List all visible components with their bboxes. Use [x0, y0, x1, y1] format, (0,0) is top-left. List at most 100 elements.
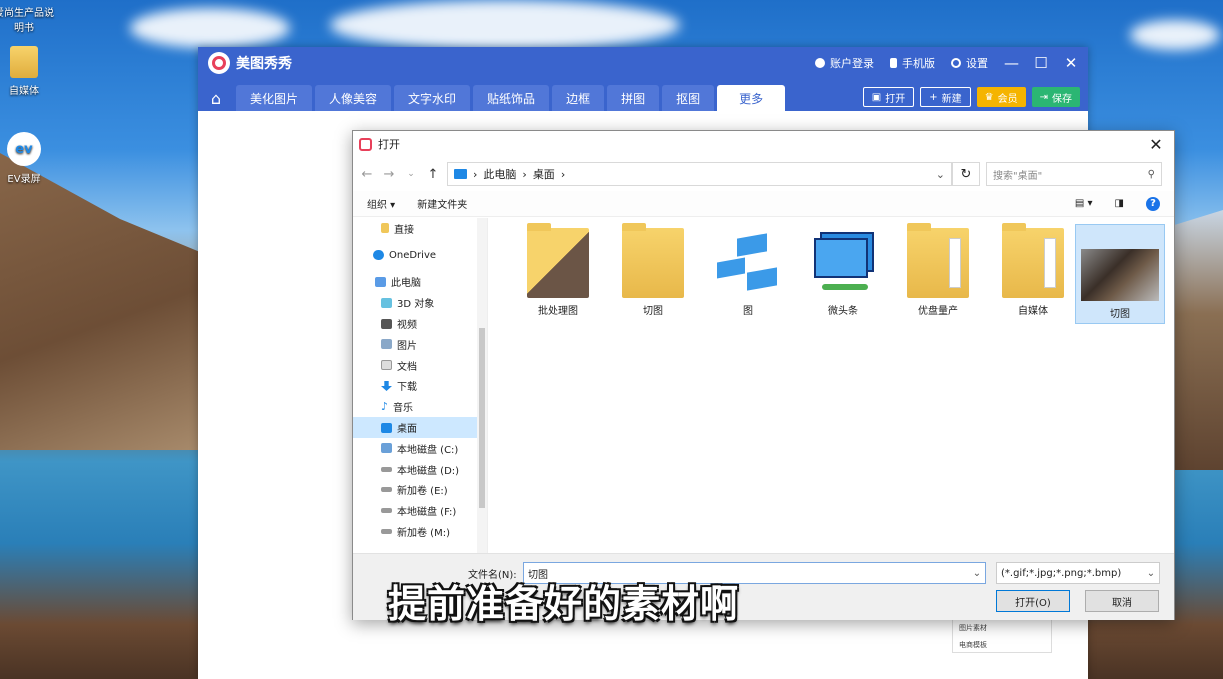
account-login[interactable]: 账户登录: [815, 55, 874, 71]
dialog-title: 打开: [378, 138, 400, 151]
home-icon[interactable]: ⌂: [202, 85, 230, 111]
tree-item[interactable]: 本地磁盘 (D:): [353, 459, 487, 480]
app-title-bar: 美图秀秀 账户登录 手机版 设置 — ☐ ✕: [198, 47, 1088, 79]
view-options-icon[interactable]: ▤ ▾: [1075, 198, 1093, 209]
scrollbar-thumb[interactable]: [479, 328, 485, 508]
tree-item-selected[interactable]: 桌面: [353, 417, 487, 438]
command-bar: 组织 ▾ 新建文件夹 ▤ ▾ ◨ ?: [353, 191, 1174, 217]
tree-item[interactable]: 本地磁盘 (F:): [353, 500, 487, 521]
video-icon: [381, 318, 392, 329]
desktop-icon-doc[interactable]: 爱尚生产品说明书: [0, 4, 54, 34]
tree-label: 下载: [397, 382, 417, 394]
tab-border[interactable]: 边框: [552, 85, 605, 111]
tree-scrollbar[interactable]: [477, 218, 487, 553]
ev-recorder-icon: ev: [7, 132, 41, 166]
chevron-down-icon[interactable]: ⌄: [969, 568, 985, 579]
app-name: 美图秀秀: [236, 56, 292, 72]
tab-cutout[interactable]: 抠图: [662, 85, 715, 111]
breadcrumb-desktop[interactable]: 桌面: [533, 166, 555, 182]
tree-label: 直接: [394, 224, 414, 236]
file-label: 切图: [643, 306, 663, 317]
phone-icon: [890, 58, 897, 68]
tree-item[interactable]: 视频: [353, 313, 487, 334]
tree-item[interactable]: 新加卷 (M:): [353, 521, 487, 542]
crown-icon: ♛: [984, 91, 994, 103]
new-folder-button[interactable]: 新建文件夹: [417, 196, 467, 211]
drive-icon: [381, 508, 392, 514]
file-item[interactable]: 优盘量产: [895, 223, 981, 324]
file-item[interactable]: 自媒体: [990, 223, 1076, 324]
vip-button[interactable]: ♛ 会员: [976, 87, 1026, 107]
tree-label: 图片: [397, 340, 417, 352]
organize-label: 组织: [367, 200, 387, 211]
forward-arrow-icon[interactable]: →: [381, 167, 397, 182]
search-placeholder: 搜索"桌面": [993, 170, 1043, 182]
up-arrow-icon[interactable]: ↑: [425, 167, 441, 182]
tree-item[interactable]: 文档: [353, 355, 487, 376]
desktop-icon-ev[interactable]: ev EV录屏: [0, 132, 54, 185]
close-icon[interactable]: ✕: [1064, 54, 1078, 72]
tab-collage[interactable]: 拼图: [607, 85, 660, 111]
filetype-select[interactable]: (*.gif;*.jpg;*.png;*.bmp) ⌄: [996, 562, 1160, 584]
save-button[interactable]: ⇥ 保存: [1031, 87, 1080, 107]
tree-item[interactable]: 新加卷 (E:): [353, 480, 487, 501]
tab-text-watermark[interactable]: 文字水印: [394, 85, 471, 111]
new-button[interactable]: + 新建: [920, 87, 971, 107]
tree-item[interactable]: 3D 对象: [353, 292, 487, 313]
tree-item[interactable]: 本地磁盘 (C:): [353, 438, 487, 459]
drive-icon: [381, 466, 392, 472]
computer-icon: [375, 276, 386, 287]
address-bar[interactable]: › 此电脑 › 桌面 › ⌄: [447, 162, 952, 186]
tab-stickers[interactable]: 贴纸饰品: [473, 85, 550, 111]
open-file-dialog: 打开 ✕ ← → ⌄ ↑ › 此电脑 › 桌面 › ⌄ ↻ 搜索"桌面" ⚲ 组…: [352, 130, 1175, 620]
tab-beautify[interactable]: 美化图片: [236, 85, 313, 111]
maximize-icon[interactable]: ☐: [1034, 54, 1048, 72]
organize-button[interactable]: 组织 ▾: [367, 196, 395, 211]
settings-label: 设置: [966, 57, 988, 70]
open-dialog-button[interactable]: 打开(O): [996, 590, 1070, 612]
open-button[interactable]: ▣ 打开: [862, 87, 915, 107]
preview-pane-icon[interactable]: ◨: [1115, 198, 1124, 209]
file-item[interactable]: 批处理图: [515, 223, 601, 324]
chevron-down-icon[interactable]: ⌄: [936, 168, 945, 181]
help-icon[interactable]: ?: [1146, 196, 1160, 211]
desktop-icon: [381, 422, 392, 433]
side-item-templates[interactable]: 电商模板: [959, 637, 1045, 654]
file-item[interactable]: 微头条: [800, 228, 886, 324]
side-item-images[interactable]: 图片素材: [959, 620, 1045, 637]
refresh-icon[interactable]: ↻: [952, 162, 980, 186]
settings[interactable]: 设置: [951, 55, 988, 71]
document-icon-label: 爱尚生产品说明书: [0, 8, 54, 34]
desktop-icon-folder[interactable]: 自媒体: [0, 46, 54, 97]
folder-label: 自媒体: [9, 86, 39, 97]
navigation-tree: 直接 OneDrive 此电脑 3D 对象 视频 图片 文档 下载 ♪ 音乐 桌面…: [353, 218, 488, 553]
tree-item[interactable]: 图片: [353, 334, 487, 355]
chevron-down-icon[interactable]: ⌄: [1143, 568, 1159, 579]
cancel-button[interactable]: 取消: [1085, 590, 1159, 612]
file-item[interactable]: 图: [705, 228, 791, 324]
tab-more[interactable]: 更多: [717, 85, 786, 111]
mobile-version[interactable]: 手机版: [890, 55, 935, 71]
tree-item[interactable]: 直接: [353, 218, 487, 239]
minimize-icon[interactable]: —: [1004, 54, 1019, 72]
meitu-small-icon: [359, 137, 372, 151]
plus-icon: +: [929, 91, 938, 103]
tree-item[interactable]: ♪ 音乐: [353, 396, 487, 417]
close-icon[interactable]: ✕: [1144, 135, 1168, 154]
tree-item[interactable]: 此电脑: [353, 272, 487, 293]
back-arrow-icon[interactable]: ←: [359, 167, 375, 182]
dialog-body: 直接 OneDrive 此电脑 3D 对象 视频 图片 文档 下载 ♪ 音乐 桌面…: [353, 218, 1174, 553]
tree-label: 本地磁盘 (D:): [397, 465, 460, 477]
tab-portrait[interactable]: 人像美容: [315, 85, 392, 111]
file-item-selected[interactable]: 切图: [1075, 224, 1165, 324]
tree-label: OneDrive: [389, 249, 437, 261]
recent-chevron-icon[interactable]: ⌄: [403, 169, 419, 179]
ev-label: EV录屏: [7, 174, 41, 185]
tree-item[interactable]: 下载: [353, 376, 487, 397]
breadcrumb-pc[interactable]: 此电脑: [483, 166, 516, 182]
tree-item[interactable]: OneDrive: [353, 245, 487, 266]
filetype-value: (*.gif;*.jpg;*.png;*.bmp): [1001, 567, 1122, 579]
file-label: 图: [743, 306, 753, 317]
search-input[interactable]: 搜索"桌面" ⚲: [986, 162, 1162, 186]
file-item[interactable]: 切图: [610, 223, 696, 324]
